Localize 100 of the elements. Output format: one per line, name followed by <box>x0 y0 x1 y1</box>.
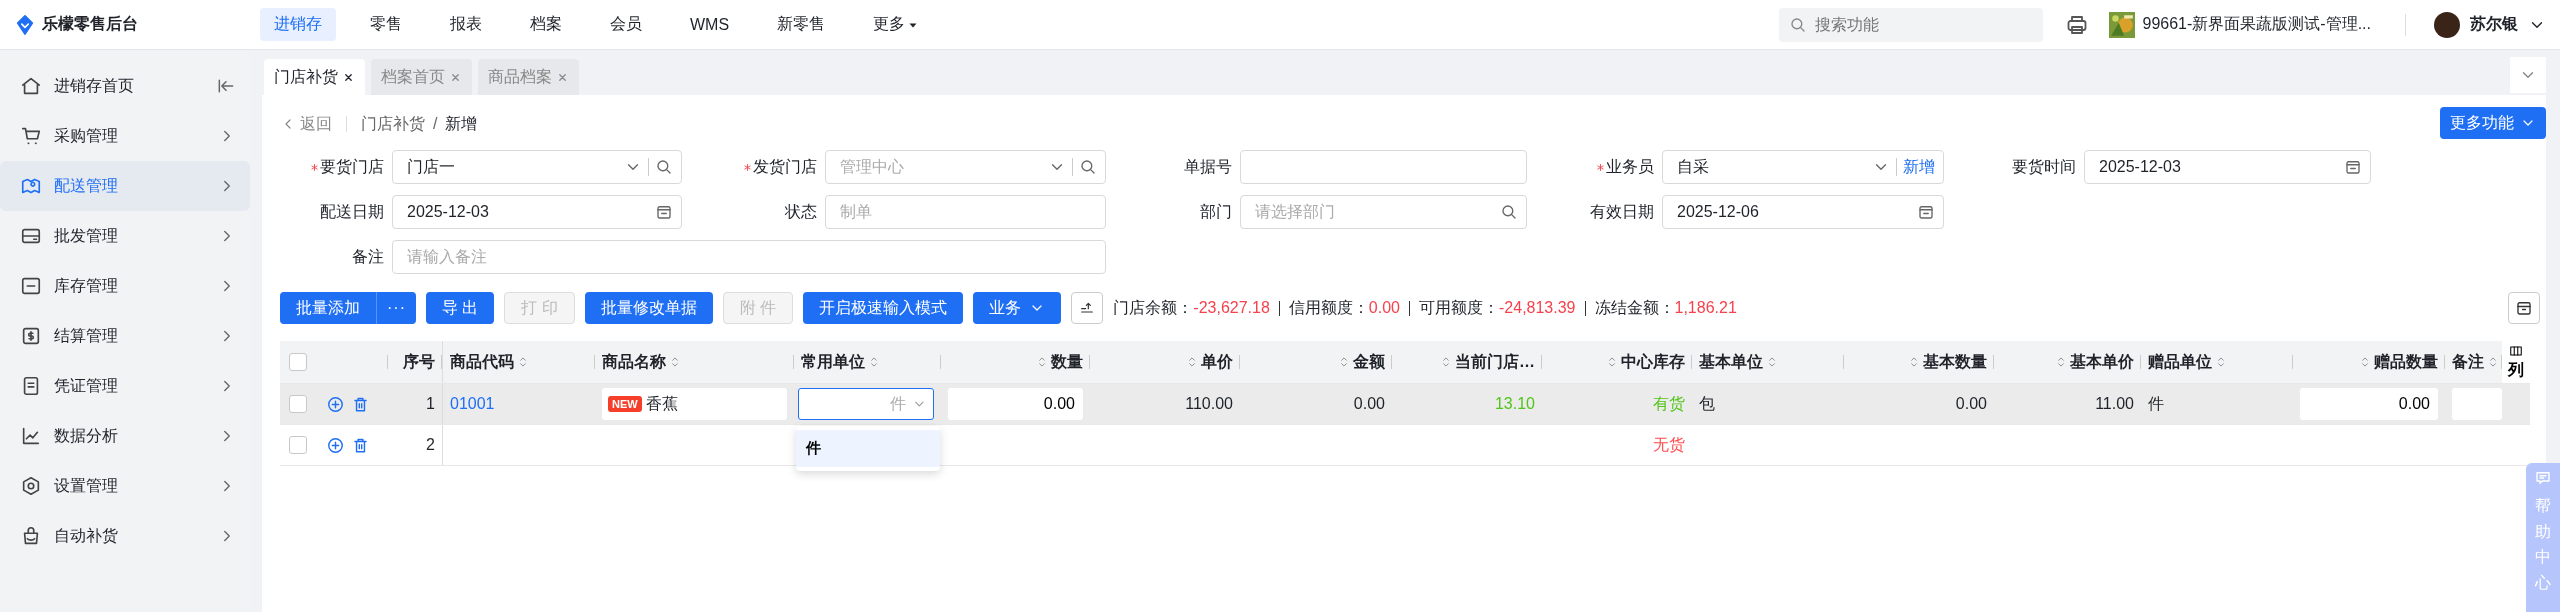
field-input[interactable]: 2025-12-03 <box>2097 157 2338 177</box>
balance-label: 信用额度： <box>1288 297 1369 318</box>
add-icon[interactable] <box>326 394 345 414</box>
input-field[interactable]: 制单 <box>825 195 1106 229</box>
columns-icon <box>2509 343 2523 358</box>
nav-tab[interactable]: 进销存 <box>260 8 336 41</box>
toolbar-button[interactable]: 导 出 <box>426 292 495 324</box>
checkbox[interactable] <box>289 395 307 413</box>
nav-tab[interactable]: 更多 <box>859 8 934 41</box>
tab[interactable]: 门店补货 <box>264 59 365 95</box>
checkbox[interactable] <box>289 353 307 371</box>
dropdown-option[interactable]: 件 <box>796 430 940 467</box>
search-input[interactable]: 搜索功能 <box>1812 14 2033 35</box>
nav-tab[interactable]: 会员 <box>596 8 656 41</box>
tabs-menu-button[interactable] <box>2510 57 2546 93</box>
avatar[interactable] <box>2434 11 2460 38</box>
add-link[interactable]: 新增 <box>1903 156 1935 178</box>
product-code-link[interactable]: 01001 <box>450 395 495 413</box>
column-header[interactable]: 赠品数量 <box>2356 351 2438 373</box>
field-input[interactable]: 管理中心 <box>838 157 1042 177</box>
sidebar-item[interactable]: 数据分析 <box>0 411 250 461</box>
archive-button[interactable] <box>2508 292 2540 324</box>
field-input[interactable]: 2025-12-06 <box>1675 202 1911 222</box>
date-field[interactable]: 2025-12-06 <box>1662 195 1944 229</box>
nav-tab[interactable]: 报表 <box>436 8 496 41</box>
number-input[interactable]: 0.00 <box>954 394 1077 414</box>
more-menu-button[interactable]: ··· <box>376 292 416 324</box>
field-input[interactable]: 门店一 <box>405 157 618 177</box>
sidebar-item[interactable]: 采购管理 <box>0 111 250 161</box>
column-header[interactable]: 单价 <box>1183 351 1233 373</box>
column-header[interactable]: 赠品单位 <box>2148 351 2230 373</box>
store-name[interactable]: 99661-新界面果蔬版测试-管理... <box>2142 14 2371 35</box>
field-label: 业务员 <box>1606 156 1654 177</box>
table-row[interactable]: 1 01001 NEW 香蕉 件 0.00 110.00 0.00 13.10 有货 包 0.00 11.00 件 0.00 <box>280 384 2530 425</box>
column-header[interactable]: 常用单位 <box>801 351 883 373</box>
dropdown-button[interactable]: 业务 <box>973 292 1062 324</box>
balance-label: 可用额度： <box>1419 297 1499 318</box>
app-title: 乐檬零售后台 <box>42 14 138 34</box>
select-field[interactable]: 管理中心 <box>825 150 1106 184</box>
column-header[interactable]: 基本单位 <box>1699 351 1781 373</box>
stock-status: 无货 <box>1653 434 1685 455</box>
note-field[interactable]: 请输入备注 <box>392 240 1106 274</box>
product-name-field[interactable]: NEW 香蕉 <box>602 388 787 420</box>
number-input[interactable]: 0.00 <box>2306 394 2432 414</box>
search-icon[interactable] <box>655 158 673 176</box>
sidebar-item[interactable]: 配送管理 <box>0 161 250 211</box>
column-header[interactable]: 基本数量 <box>1905 351 1987 373</box>
column-settings-button[interactable]: 列 <box>2502 341 2530 383</box>
toolbar-button[interactable]: 开启极速输入模式 <box>803 292 964 324</box>
sidebar-item[interactable]: 凭证管理 <box>0 361 250 411</box>
number-field[interactable]: 0.00 <box>2300 388 2438 420</box>
nav-tab[interactable]: 零售 <box>356 8 416 41</box>
field-label: 要货门店 <box>320 156 384 177</box>
date-field[interactable]: 2025-12-03 <box>392 195 682 229</box>
user-name[interactable]: 苏尔银 <box>2470 14 2518 35</box>
search-field[interactable]: 搜索功能 <box>1778 7 2043 42</box>
more-functions-button[interactable]: 更多功能 <box>2440 107 2546 139</box>
balance-value: 0.00 <box>1368 299 1400 317</box>
unit-select[interactable]: 件 <box>798 388 934 420</box>
column-header[interactable]: 数量 <box>1033 351 1083 373</box>
sidebar-item[interactable]: 进销存首页 <box>0 61 250 111</box>
search-icon[interactable] <box>1500 203 1518 221</box>
number-field[interactable]: 0.00 <box>948 388 1083 420</box>
toolbar-button[interactable]: 批量添加 <box>280 292 376 324</box>
sidebar-item[interactable]: 库存管理 <box>0 261 250 311</box>
field-input[interactable]: 自采 <box>1675 157 1866 177</box>
checkbox[interactable] <box>289 436 307 454</box>
search-field[interactable]: 请选择部门 <box>1240 195 1527 229</box>
field-input[interactable]: 请输入备注 <box>405 247 1097 267</box>
input-field[interactable] <box>1240 150 1527 184</box>
sidebar-item[interactable]: 设置管理 <box>0 461 250 511</box>
search-icon[interactable] <box>1079 158 1097 176</box>
column-header[interactable]: 基本单价 <box>2052 351 2134 373</box>
date-field[interactable]: 2025-12-03 <box>2084 150 2371 184</box>
add-icon[interactable] <box>326 435 345 455</box>
sort-toggle-button[interactable] <box>1071 292 1104 324</box>
nav-tab[interactable]: 档案 <box>516 8 576 41</box>
sidebar-item[interactable]: 结算管理 <box>0 311 250 361</box>
breadcrumb-current: 新增 <box>445 113 478 134</box>
column-header[interactable]: 商品代码 <box>450 351 532 373</box>
toolbar-button[interactable]: 批量修改单据 <box>584 292 713 324</box>
back-link[interactable]: 返回 <box>280 113 332 135</box>
field-input[interactable]: 2025-12-03 <box>405 202 649 222</box>
select-field[interactable]: 自采 新增 <box>1662 150 1944 184</box>
collapse-icon[interactable] <box>216 76 236 96</box>
nav-tab[interactable]: WMS <box>676 9 744 40</box>
field-input[interactable]: 请选择部门 <box>1253 202 1494 222</box>
select-field[interactable]: 门店一 <box>392 150 682 184</box>
unit-input[interactable]: 件 <box>805 394 909 414</box>
breadcrumb-link[interactable]: 门店补货 <box>361 113 425 135</box>
column-header[interactable]: 金额 <box>1335 351 1385 373</box>
column-header[interactable]: 中心库存 <box>1603 351 1685 373</box>
nav-tab[interactable]: 新零售 <box>763 8 840 41</box>
column-header[interactable]: 备注 <box>2452 351 2502 373</box>
field-input[interactable]: 制单 <box>838 202 1097 222</box>
sidebar-item[interactable]: 自动补货 <box>0 511 250 561</box>
sidebar-item[interactable]: 批发管理 <box>0 211 250 261</box>
column-header[interactable]: 当前门店… <box>1437 351 1535 373</box>
column-header[interactable]: 商品名称 <box>602 351 684 373</box>
column-header[interactable]: 序号 <box>403 351 435 373</box>
